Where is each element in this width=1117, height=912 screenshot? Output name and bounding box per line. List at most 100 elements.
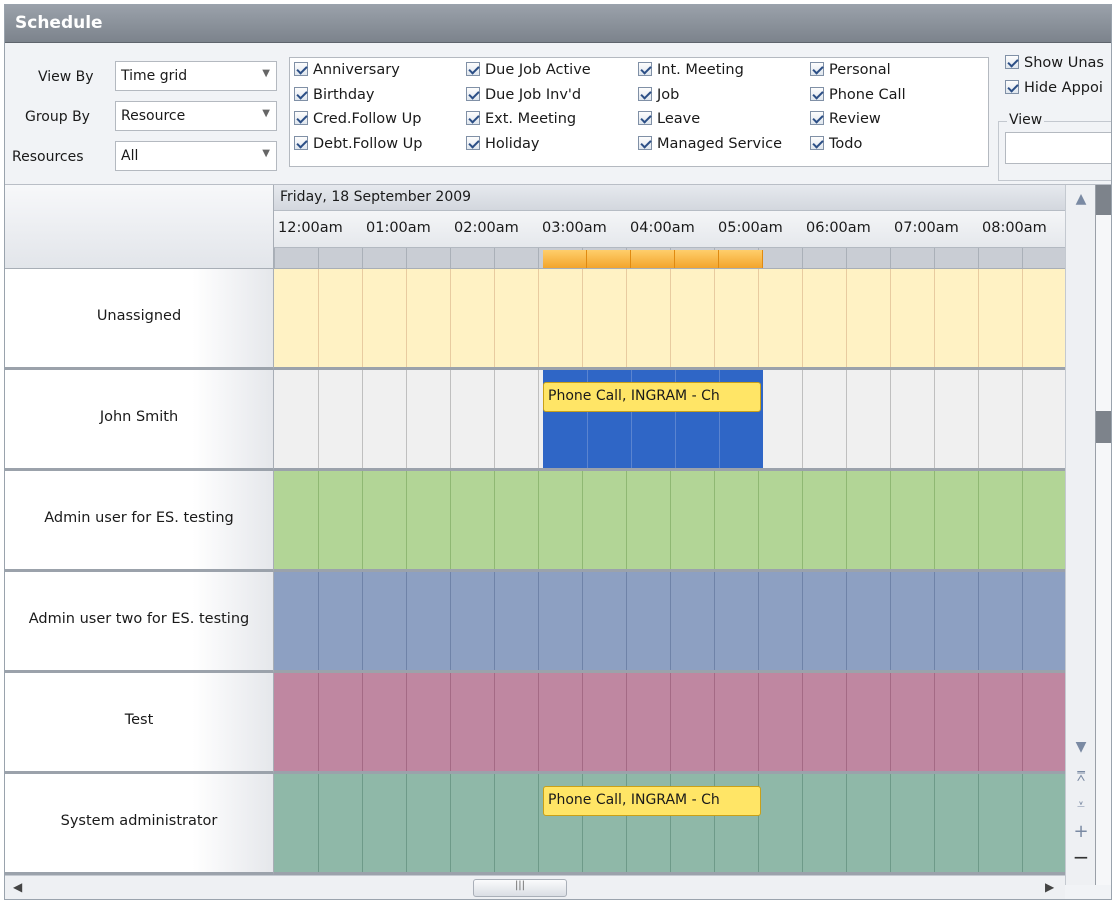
- category-checkbox[interactable]: Ext. Meeting: [466, 111, 576, 133]
- resources-combo[interactable]: All ▼: [115, 141, 277, 171]
- checkbox-checked-icon[interactable]: [294, 111, 308, 125]
- chevron-down-icon[interactable]: ▼: [262, 148, 270, 159]
- checkbox-checked-icon[interactable]: [638, 111, 652, 125]
- show-unassigned-checkbox[interactable]: Show Unas: [1005, 55, 1104, 77]
- time-slot-divider: [978, 269, 979, 367]
- time-slot-divider: [538, 269, 539, 367]
- checkbox-checked-icon[interactable]: [1005, 55, 1019, 69]
- resource-header[interactable]: John Smith: [5, 370, 274, 471]
- plus-icon[interactable]: +: [1066, 821, 1096, 842]
- time-slot-divider: [582, 572, 583, 670]
- slot-divider: [890, 248, 891, 268]
- time-slot-divider: [978, 774, 979, 872]
- selected-slot[interactable]: [543, 250, 587, 268]
- checkbox-checked-icon[interactable]: [294, 86, 308, 101]
- category-checkbox[interactable]: Managed Service: [638, 135, 782, 158]
- time-slot-divider: [406, 774, 407, 872]
- time-slot-divider: [802, 370, 803, 468]
- time-slot-divider: [1022, 673, 1023, 771]
- checkbox-checked-icon[interactable]: [810, 135, 824, 150]
- category-checkbox[interactable]: Cred.Follow Up: [294, 111, 421, 133]
- hide-appointments-checkbox[interactable]: Hide Appoi: [1005, 80, 1103, 102]
- category-checkbox[interactable]: Debt.Follow Up: [294, 135, 423, 158]
- checkbox-checked-icon[interactable]: [294, 62, 308, 76]
- group-by-combo[interactable]: Resource ▼: [115, 101, 277, 131]
- checkbox-checked-icon[interactable]: [638, 62, 652, 76]
- time-slot-divider: [362, 774, 363, 872]
- checkbox-checked-icon[interactable]: [1005, 80, 1019, 94]
- category-label: Managed Service: [657, 135, 782, 152]
- category-checkbox[interactable]: Leave: [638, 111, 700, 133]
- resource-header[interactable]: Unassigned: [5, 269, 274, 370]
- resource-name: Admin user for ES. testing: [44, 509, 234, 526]
- side-panel-tab[interactable]: [1096, 411, 1111, 443]
- chevron-down-icon[interactable]: ▼: [262, 108, 270, 119]
- time-slot-divider: [406, 673, 407, 771]
- view-group-label: View: [1007, 112, 1045, 128]
- category-checkbox[interactable]: Holiday: [466, 135, 540, 158]
- side-panel-tab[interactable]: [1096, 185, 1111, 215]
- expand-all-icon[interactable]: ⩡: [1066, 797, 1096, 813]
- appointment[interactable]: Phone Call, INGRAM - Ch: [543, 786, 761, 816]
- resource-row[interactable]: [274, 269, 1065, 370]
- time-slot-divider: [846, 269, 847, 367]
- triangle-right-icon[interactable]: ▶: [1045, 880, 1054, 894]
- category-checkbox[interactable]: Phone Call: [810, 86, 906, 109]
- checkbox-checked-icon[interactable]: [466, 135, 480, 150]
- resource-row[interactable]: [274, 471, 1065, 572]
- chevron-down-icon[interactable]: ▼: [262, 68, 270, 79]
- vertical-scrollbar[interactable]: ▲ ▼ ⩞ ⩡ + −: [1065, 185, 1095, 885]
- view-by-combo[interactable]: Time grid ▼: [115, 61, 277, 91]
- category-checkbox[interactable]: Int. Meeting: [638, 62, 744, 84]
- time-slot-divider: [538, 774, 539, 872]
- collapse-all-icon[interactable]: ⩞: [1066, 769, 1096, 785]
- horizontal-scrollbar[interactable]: ◀ ||| ▶: [5, 875, 1065, 899]
- checkbox-checked-icon[interactable]: [810, 111, 824, 125]
- checkbox-checked-icon[interactable]: [294, 135, 308, 150]
- selected-slot[interactable]: [587, 250, 631, 268]
- category-checkbox[interactable]: Due Job Inv'd: [466, 86, 581, 109]
- time-label: 04:00am: [630, 220, 695, 236]
- category-label: Due Job Active: [485, 62, 591, 78]
- triangle-up-icon[interactable]: ▲: [1066, 191, 1096, 207]
- resource-header[interactable]: Admin user two for ES. testing: [5, 572, 274, 673]
- time-label: 01:00am: [366, 220, 431, 236]
- checkbox-checked-icon[interactable]: [810, 86, 824, 101]
- selected-slot[interactable]: [631, 250, 675, 268]
- resource-header[interactable]: Test: [5, 673, 274, 774]
- slot-divider: [450, 248, 451, 268]
- category-checkbox[interactable]: Due Job Active: [466, 62, 591, 84]
- checkbox-checked-icon[interactable]: [466, 62, 480, 76]
- category-checkbox[interactable]: Birthday: [294, 86, 374, 109]
- minus-icon[interactable]: −: [1066, 845, 1096, 869]
- filter-panel: View By Time grid ▼ Group By Resource ▼ …: [5, 43, 1111, 185]
- resource-row[interactable]: [274, 673, 1065, 774]
- triangle-left-icon[interactable]: ◀: [13, 880, 22, 894]
- resource-row[interactable]: [274, 572, 1065, 673]
- time-slot-strip[interactable]: [274, 247, 1065, 269]
- triangle-down-icon[interactable]: ▼: [1066, 739, 1096, 755]
- category-checkbox[interactable]: Job: [638, 86, 679, 109]
- time-slot-divider: [1022, 471, 1023, 569]
- view-input[interactable]: [1005, 132, 1111, 164]
- checkbox-checked-icon[interactable]: [638, 86, 652, 101]
- selected-slot[interactable]: [675, 250, 719, 268]
- selected-slot[interactable]: [719, 250, 763, 268]
- resource-header[interactable]: System administrator: [5, 774, 274, 875]
- time-label: 07:00am: [894, 220, 959, 236]
- time-slot-divider: [626, 572, 627, 670]
- checkbox-checked-icon[interactable]: [466, 111, 480, 125]
- checkbox-checked-icon[interactable]: [810, 62, 824, 76]
- scroll-thumb[interactable]: |||: [473, 879, 567, 897]
- checkbox-checked-icon[interactable]: [638, 135, 652, 150]
- checkbox-checked-icon[interactable]: [466, 86, 480, 101]
- category-checkbox[interactable]: Review: [810, 111, 881, 133]
- category-label: Debt.Follow Up: [313, 135, 423, 152]
- time-slot-divider: [318, 471, 319, 569]
- category-checkbox[interactable]: Personal: [810, 62, 891, 84]
- time-slot-divider: [406, 471, 407, 569]
- category-checkbox[interactable]: Todo: [810, 135, 862, 158]
- resource-header[interactable]: Admin user for ES. testing: [5, 471, 274, 572]
- category-checkbox[interactable]: Anniversary: [294, 62, 400, 84]
- appointment[interactable]: Phone Call, INGRAM - Ch: [543, 382, 761, 412]
